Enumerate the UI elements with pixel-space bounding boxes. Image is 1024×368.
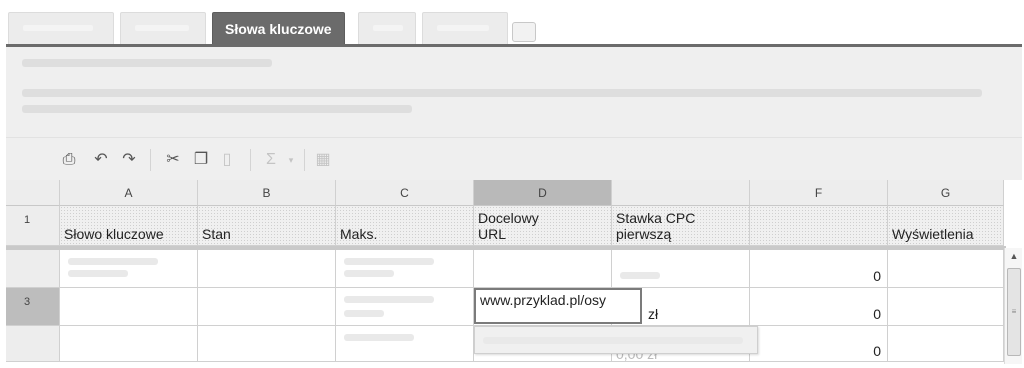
- header-cell-a[interactable]: Słowo kluczowe: [60, 206, 198, 246]
- blurred-text: [22, 89, 982, 97]
- corner-cell[interactable]: [6, 180, 60, 206]
- header-cell-e[interactable]: Stawka CPC pierwszą: [612, 206, 750, 246]
- sum-icon[interactable]: Σ: [260, 150, 282, 170]
- toolbar: ⎙ ↶ ↷ ✂ ❐ ▯ Σ ▾ ▦: [6, 137, 1022, 180]
- row-header-1[interactable]: 1: [6, 206, 60, 246]
- header-label: Maks.: [340, 226, 378, 242]
- tab-4[interactable]: [358, 12, 416, 44]
- table-cell[interactable]: 0: [750, 250, 888, 288]
- column-header-a[interactable]: A: [60, 180, 198, 206]
- table-cell[interactable]: [336, 250, 474, 288]
- table-cell[interactable]: 0: [750, 326, 888, 362]
- table-cell[interactable]: [60, 250, 198, 288]
- header-cell-b[interactable]: Stan: [198, 206, 336, 246]
- column-header-e[interactable]: [612, 180, 750, 206]
- table-cell[interactable]: [60, 288, 198, 326]
- tab-5[interactable]: [422, 12, 508, 44]
- column-header-f[interactable]: F: [750, 180, 888, 206]
- copy-icon[interactable]: ❐: [190, 150, 212, 170]
- row-header-3[interactable]: 3: [6, 288, 60, 326]
- row-header-4[interactable]: [6, 326, 60, 362]
- scroll-up-icon[interactable]: ▲: [1005, 248, 1023, 264]
- column-header-b[interactable]: B: [198, 180, 336, 206]
- table-cell[interactable]: [336, 288, 474, 326]
- print-icon[interactable]: ⎙: [58, 150, 80, 170]
- column-header-g[interactable]: G: [888, 180, 1004, 206]
- header-label: Stawka CPC pierwszą: [616, 210, 696, 242]
- blurred-text: [22, 59, 272, 67]
- table-cell[interactable]: [474, 250, 612, 288]
- header-cell-c[interactable]: Maks.: [336, 206, 474, 246]
- table-cell[interactable]: [888, 288, 1004, 326]
- toolbar-divider: [250, 149, 251, 171]
- info-panel: [6, 47, 1022, 137]
- cut-icon[interactable]: ✂: [162, 150, 184, 170]
- table-cell[interactable]: [198, 250, 336, 288]
- toolbar-divider: [304, 149, 305, 171]
- cell-editor-input[interactable]: www.przyklad.pl/osy: [474, 288, 642, 324]
- row-header-2[interactable]: [6, 250, 60, 288]
- vertical-scrollbar[interactable]: ▲ ≡: [1004, 248, 1022, 364]
- header-label: Słowo kluczowe: [64, 226, 164, 242]
- add-tab-button[interactable]: [512, 22, 536, 42]
- sheet-tab-bar: Słowa kluczowe: [0, 0, 1024, 47]
- header-label: Docelowy URL: [478, 210, 539, 242]
- header-cell-d[interactable]: Docelowy URL: [474, 206, 612, 246]
- table-cell[interactable]: 0: [750, 288, 888, 326]
- chevron-down-icon[interactable]: ▾: [280, 150, 302, 170]
- table-cell[interactable]: [60, 326, 198, 362]
- header-label: Stan: [202, 226, 231, 242]
- table-cell[interactable]: [198, 288, 336, 326]
- tab-2[interactable]: [120, 12, 206, 44]
- tab-slowa-kluczowe[interactable]: Słowa kluczowe: [212, 12, 345, 46]
- redo-icon[interactable]: ↷: [118, 150, 140, 170]
- column-header-c[interactable]: C: [336, 180, 474, 206]
- toolbar-divider: [150, 149, 151, 171]
- autocomplete-popup[interactable]: [474, 326, 758, 354]
- scrollbar-thumb[interactable]: ≡: [1007, 268, 1021, 356]
- table-cell[interactable]: [336, 326, 474, 362]
- table-cell[interactable]: [612, 250, 750, 288]
- tab-1[interactable]: [8, 12, 114, 44]
- undo-icon[interactable]: ↶: [90, 150, 112, 170]
- table-cell[interactable]: [888, 250, 1004, 288]
- blurred-text: [22, 105, 412, 113]
- header-cell-f[interactable]: [750, 206, 888, 246]
- table-cell[interactable]: [888, 326, 1004, 362]
- table-cell[interactable]: [198, 326, 336, 362]
- column-header-d[interactable]: D: [474, 180, 612, 206]
- chart-icon[interactable]: ▦: [312, 150, 334, 170]
- paste-icon[interactable]: ▯: [216, 150, 238, 170]
- header-label: Wyświetlenia: [892, 226, 974, 242]
- header-cell-g[interactable]: Wyświetlenia: [888, 206, 1004, 246]
